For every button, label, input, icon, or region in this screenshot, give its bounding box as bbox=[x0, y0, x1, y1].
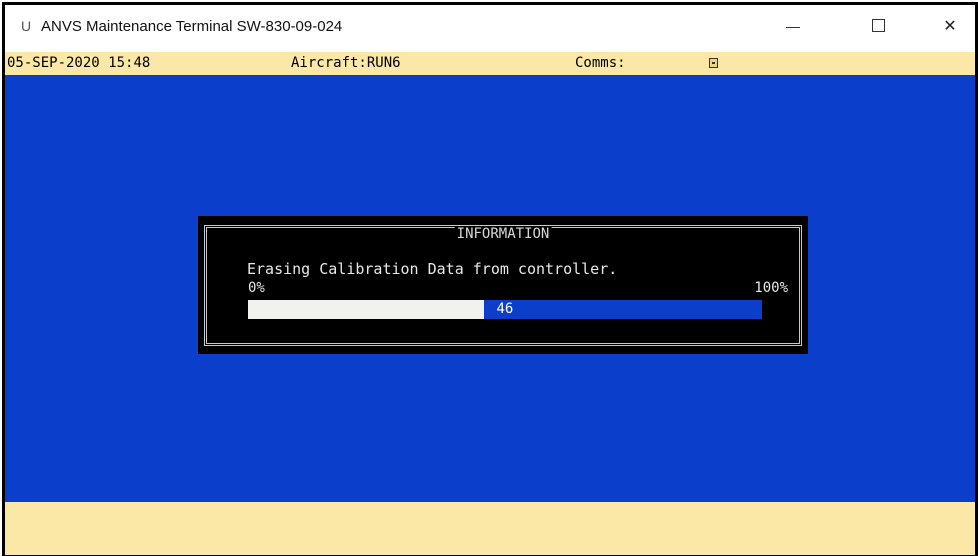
dialog-message: Erasing Calibration Data from controller… bbox=[247, 260, 618, 278]
close-icon: ✕ bbox=[943, 15, 957, 35]
progress-bar: 46 bbox=[248, 300, 762, 319]
dialog-title: INFORMATION bbox=[454, 226, 552, 242]
comms-status-icon bbox=[709, 58, 718, 68]
close-button[interactable]: ✕ bbox=[927, 5, 973, 45]
maximize-icon bbox=[871, 18, 885, 32]
status-datetime: 05-SEP-2020 15:48 bbox=[7, 52, 150, 75]
progress-fill bbox=[248, 300, 485, 319]
dialog-border: INFORMATION bbox=[204, 225, 802, 346]
console-area: INFORMATION Erasing Calibration Data fro… bbox=[5, 75, 975, 502]
bottom-status-bar bbox=[5, 502, 975, 555]
progress-value: 46 bbox=[496, 301, 514, 317]
maximize-button[interactable] bbox=[855, 5, 901, 45]
window-title: ANVS Maintenance Terminal SW-830-09-024 bbox=[41, 18, 343, 35]
status-aircraft: Aircraft:RUN6 bbox=[291, 55, 401, 71]
information-dialog: INFORMATION Erasing Calibration Data fro… bbox=[198, 216, 808, 354]
terminal-window: U ANVS Maintenance Terminal SW-830-09-02… bbox=[2, 2, 978, 556]
status-line: 05-SEP-2020 15:48 Aircraft:RUN6 Comms: bbox=[5, 52, 975, 75]
status-date: 05-SEP-2020 bbox=[7, 55, 100, 71]
minimize-button[interactable] bbox=[770, 5, 816, 45]
progress-max-label: 100% bbox=[754, 280, 788, 296]
status-comms-label: Comms: bbox=[575, 55, 626, 71]
progress-min-label: 0% bbox=[248, 280, 265, 296]
minimize-icon bbox=[786, 26, 800, 28]
status-time: 15:48 bbox=[108, 55, 151, 71]
app-icon: U bbox=[21, 18, 32, 34]
title-bar[interactable]: U ANVS Maintenance Terminal SW-830-09-02… bbox=[5, 5, 975, 52]
